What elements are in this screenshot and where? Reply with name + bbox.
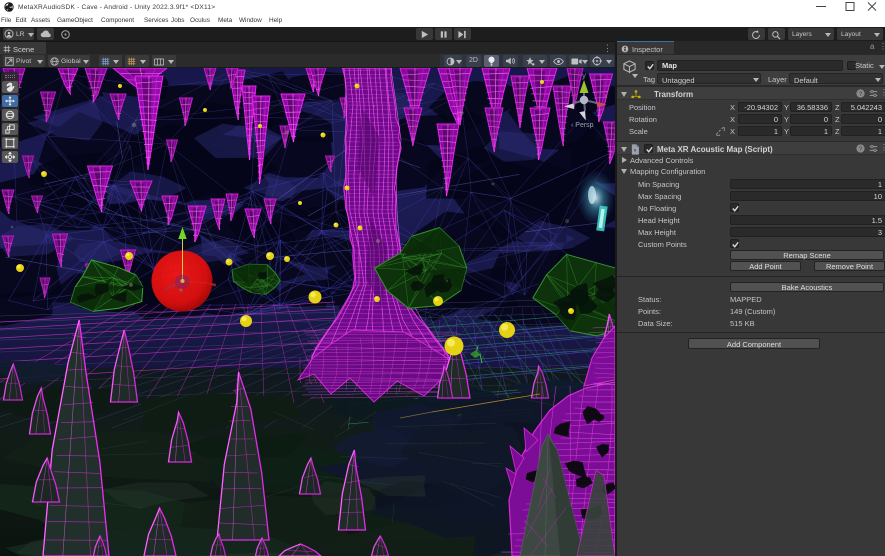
svg-text:?: ? <box>859 146 863 153</box>
svg-text:y: y <box>582 71 586 80</box>
svg-text:x: x <box>604 93 608 100</box>
svg-text:?: ? <box>859 91 863 98</box>
svg-text:#: # <box>634 147 637 152</box>
